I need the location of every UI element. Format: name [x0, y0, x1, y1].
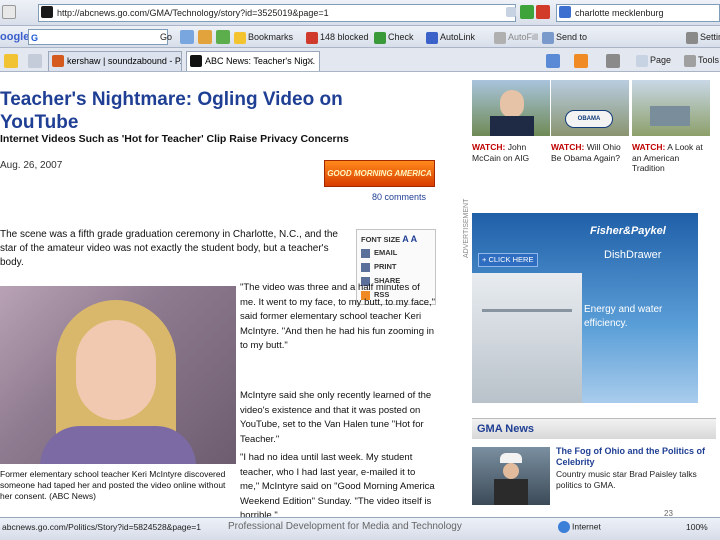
thumb-tradition[interactable]	[632, 80, 710, 136]
suit-shape	[490, 116, 534, 136]
check-icon	[374, 31, 386, 44]
click-here-button[interactable]: + CLICK HERE	[478, 253, 538, 267]
ad-brand: Fisher&Paykel	[590, 225, 666, 237]
tab-abc-news[interactable]: ABC News: Teacher's Nig... ✕	[186, 51, 320, 71]
face-shape	[503, 463, 519, 479]
slide-number: 23	[664, 509, 673, 518]
thumb-obama[interactable]: OBAMA	[551, 80, 629, 136]
search-input[interactable]: charlotte mecklenburg	[556, 4, 720, 22]
thumb-mccain[interactable]	[472, 80, 550, 136]
autofill-button[interactable]: AutoFill	[494, 29, 538, 45]
dish-rack-shape	[482, 309, 572, 379]
slide-footer: Professional Development for Media and T…	[228, 521, 462, 532]
wrench-icon	[686, 31, 698, 44]
photo-caption: Former elementary school teacher Keri Mc…	[0, 469, 226, 501]
toolbar-icon-2[interactable]	[198, 30, 212, 44]
email-link[interactable]: EMAIL	[361, 248, 397, 258]
google-search-input[interactable]: G	[28, 29, 168, 45]
close-tab-icon[interactable]: ✕	[306, 52, 314, 71]
globe-icon	[558, 521, 570, 533]
advertisement-label: ADVERTISEMENT	[463, 198, 470, 258]
gma-logo[interactable]: GOOD MORNING AMERICA	[324, 160, 435, 187]
gma-news-header: GMA News	[472, 418, 716, 439]
google-logo[interactable]: oogle	[0, 29, 29, 45]
tab-favicon-icon	[52, 55, 64, 67]
tab-kershaw[interactable]: kershaw | soundzabound - P...	[48, 51, 182, 71]
printer-icon	[361, 262, 370, 272]
shirt-shape	[40, 426, 196, 464]
article-paragraph: "The video was three and a half minutes …	[240, 282, 436, 351]
tools-gear-icon	[684, 54, 696, 67]
sendto-icon	[542, 31, 554, 44]
status-url: abcnews.go.com/Politics/Story?id=5824528…	[2, 522, 201, 532]
dishwasher-shape	[472, 273, 582, 403]
address-bar-row: http://abcnews.go.com/GMA/Technology/sto…	[0, 0, 720, 26]
popup-blocker-button[interactable]: 148 blocked	[306, 29, 369, 45]
article-video-still[interactable]	[0, 286, 236, 464]
article-paragraph: McIntyre said she only recently learned …	[240, 390, 432, 445]
dropdown-arrow-icon[interactable]	[506, 7, 516, 17]
blocker-icon	[306, 31, 318, 44]
go-button[interactable]: Go	[160, 29, 172, 45]
page-menu-icon	[636, 54, 648, 67]
page-icon	[2, 5, 16, 19]
site-favicon-icon	[41, 6, 53, 18]
news-thumbnail[interactable]	[472, 447, 550, 505]
font-size-control[interactable]: FONT SIZE A A	[361, 234, 417, 244]
print-icon[interactable]	[606, 54, 620, 68]
comments-link[interactable]: 80 comments	[372, 192, 426, 202]
tab-list-icon[interactable]	[28, 54, 42, 68]
print-link[interactable]: PRINT	[361, 262, 397, 272]
advertisement-banner[interactable]: Fisher&Paykel + CLICK HERE DishDrawer En…	[472, 213, 698, 403]
person-shape	[500, 90, 524, 118]
address-input[interactable]: http://abcnews.go.com/GMA/Technology/sto…	[38, 4, 516, 22]
refresh-icon[interactable]	[520, 5, 534, 19]
article-headline: Teacher's Nightmare: Ogling Video on You…	[0, 89, 343, 133]
face-shape	[76, 320, 156, 420]
news-headline-link[interactable]: The Fog of Ohio and the Politics of Cele…	[556, 446, 714, 468]
thumb-caption[interactable]: WATCH: John McCain on AIG	[472, 142, 554, 163]
tools-menu[interactable]: Tools	[684, 52, 719, 68]
gma-news-title[interactable]: GMA News	[477, 423, 534, 435]
search-engine-icon	[559, 6, 571, 18]
star-icon	[234, 31, 246, 44]
home-icon[interactable]	[546, 54, 560, 68]
article-lede: The scene was a fifth grade graduation c…	[0, 229, 338, 268]
autofill-icon	[494, 31, 506, 44]
favorites-star-icon[interactable]	[4, 54, 18, 68]
rss-feed-icon[interactable]	[574, 54, 588, 68]
tab-favicon-icon	[190, 55, 202, 67]
autolink-icon	[426, 31, 438, 44]
campaign-sign-shape: OBAMA	[565, 110, 613, 128]
sendto-button[interactable]: Send to	[542, 29, 587, 45]
bookmarks-button[interactable]: Bookmarks	[234, 29, 293, 45]
google-toolbar: oogle G Go Bookmarks 148 blocked Check A…	[0, 26, 720, 48]
autolink-button[interactable]: AutoLink	[426, 29, 475, 45]
internet-zone[interactable]: Internet	[558, 521, 601, 533]
check-button[interactable]: Check	[374, 29, 414, 45]
thumb-caption[interactable]: WATCH: Will Ohio Be Obama Again?	[551, 142, 633, 163]
ad-tagline: Energy and water efficiency.	[584, 304, 663, 329]
thumb-caption[interactable]: WATCH: A Look at an American Tradition	[632, 142, 714, 174]
tab-bar: kershaw | soundzabound - P... ABC News: …	[0, 48, 720, 72]
article-subhead: Internet Videos Such as 'Hot for Teacher…	[0, 133, 349, 145]
news-summary: Country music star Brad Paisley talks po…	[556, 469, 697, 490]
zoom-level[interactable]: 100%	[686, 522, 708, 532]
email-icon	[361, 248, 370, 258]
ad-product: DishDrawer	[604, 249, 662, 261]
cowboy-hat-shape	[500, 453, 522, 463]
settings-button[interactable]: Settin	[686, 29, 720, 45]
article-paragraph: "I had no idea until last week. My stude…	[240, 452, 435, 521]
stop-icon[interactable]	[536, 5, 550, 19]
page-menu[interactable]: Page	[636, 52, 671, 68]
guitar-player-shape	[494, 479, 528, 505]
toolbar-icon-3[interactable]	[216, 30, 230, 44]
article-date: Aug. 26, 2007	[0, 160, 63, 171]
toolbar-icon-1[interactable]	[180, 30, 194, 44]
tractor-shape	[650, 106, 690, 126]
font-size-icon[interactable]: A A	[402, 234, 417, 244]
